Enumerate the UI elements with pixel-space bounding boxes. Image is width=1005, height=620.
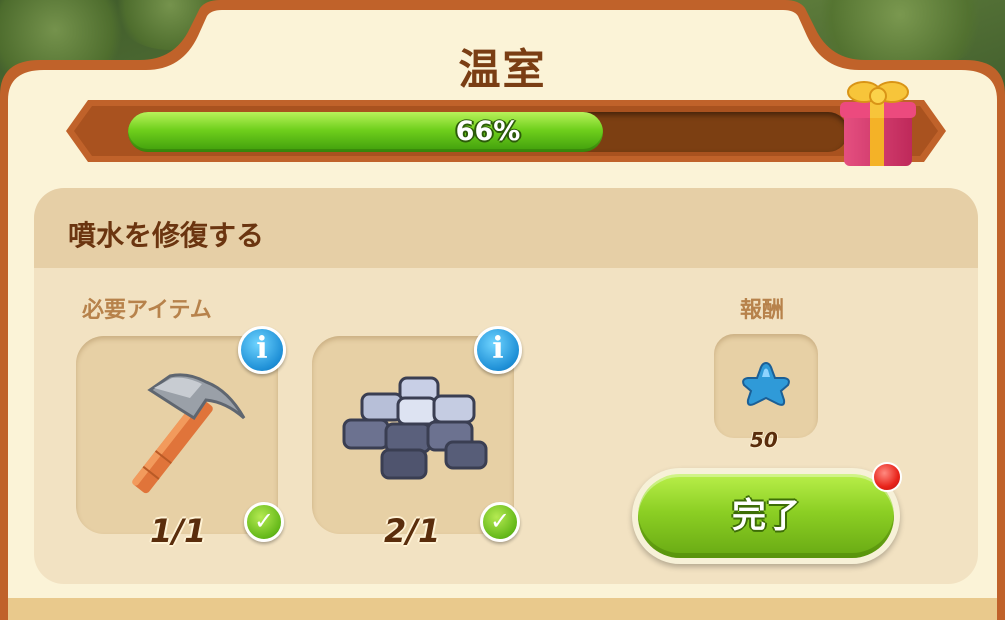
complete-button-face[interactable]: 完了: [638, 474, 894, 558]
check-icon: ✓: [480, 502, 520, 542]
stone-blocks-icon: [342, 376, 488, 480]
reward-label: 報酬: [740, 298, 785, 323]
check-icon: ✓: [244, 502, 284, 542]
blue-star-icon: [742, 361, 790, 406]
info-button[interactable]: i: [238, 326, 286, 374]
progress-percent: 66%: [455, 116, 521, 147]
item-count: 2/1: [384, 512, 441, 550]
complete-button[interactable]: 完了: [632, 468, 900, 564]
gift-box-icon[interactable]: [836, 74, 920, 170]
complete-button-label: 完了: [732, 496, 800, 536]
task-title: 噴水を修復する: [68, 219, 265, 252]
info-button[interactable]: i: [474, 326, 522, 374]
item-count: 1/1: [150, 512, 207, 550]
required-items-label: 必要アイテム: [82, 298, 212, 323]
hammer-icon: [132, 373, 246, 494]
notification-dot: [872, 462, 902, 492]
reward-amount: 50: [750, 428, 778, 452]
